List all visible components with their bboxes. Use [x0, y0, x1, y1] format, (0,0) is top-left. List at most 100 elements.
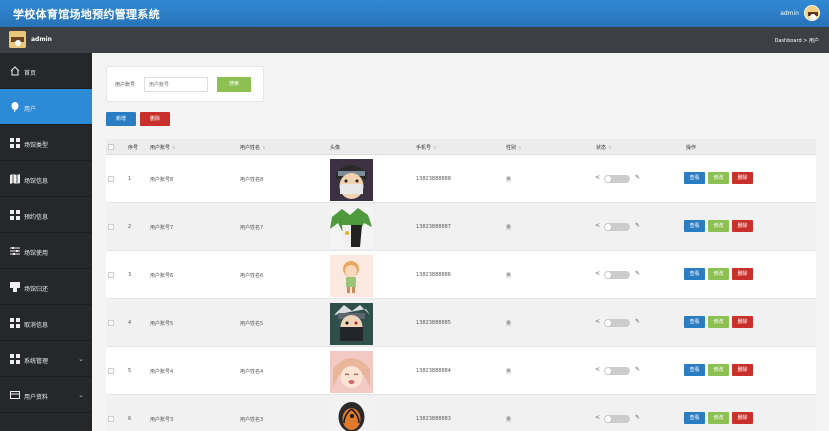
sidebar-item-reservations[interactable]: 预约信息: [0, 197, 92, 233]
delete-button[interactable]: 删除: [732, 316, 753, 328]
header-avatar[interactable]: [804, 5, 820, 21]
sidebar-item-home[interactable]: 首页: [0, 53, 92, 89]
sidebar-item-venue-return[interactable]: 场馆归还: [0, 269, 92, 305]
view-button[interactable]: 查看: [684, 268, 705, 280]
edit-button[interactable]: 修改: [708, 364, 729, 376]
avatar: [330, 159, 373, 201]
sidebar-item-venue-type[interactable]: 场馆类型: [0, 125, 92, 161]
status-toggle[interactable]: [604, 415, 630, 423]
map-icon: [10, 174, 20, 184]
home-icon: [10, 66, 20, 76]
row-account: 用户账号6: [150, 273, 174, 279]
row-phone: 13823888884: [416, 368, 451, 374]
grid-icon: [10, 354, 20, 364]
sidebar: 首页 用户 场馆类型 场馆信息 预约信息 场馆使用 场馆归还 取消信息 系统管理…: [0, 53, 92, 431]
row-gender: 男: [506, 369, 512, 375]
row-gender: 男: [506, 417, 512, 423]
search-label: 用户账号: [115, 82, 136, 88]
sidebar-item-venue-info[interactable]: 场馆信息: [0, 161, 92, 197]
chevron-down-icon: ⌄: [78, 391, 84, 399]
header-username[interactable]: admin: [780, 10, 799, 17]
row-name: 用户姓名5: [240, 321, 264, 327]
edit-button[interactable]: 修改: [708, 172, 729, 184]
delete-button[interactable]: 删除: [732, 172, 753, 184]
sidebar-item-label: 用户资料: [24, 394, 49, 401]
view-button[interactable]: 查看: [684, 316, 705, 328]
status-toggle[interactable]: [604, 175, 630, 183]
status-toggle[interactable]: [604, 223, 630, 231]
row-checkbox[interactable]: [108, 176, 114, 182]
grid-icon: [10, 210, 20, 220]
row-checkbox[interactable]: [108, 368, 114, 374]
row-gender: 男: [506, 177, 512, 183]
col-status[interactable]: 状态 ⇅: [596, 144, 611, 151]
row-phone: 13823888885: [416, 320, 451, 326]
table-row: 6 用户账号3 用户姓名3 13823888883 男 < ✎ 查看 修改 删除: [106, 395, 816, 431]
sidebar-item-users[interactable]: 用户: [0, 89, 92, 125]
edit-icon: ✎: [635, 318, 641, 325]
view-button[interactable]: 查看: [684, 172, 705, 184]
stamp-icon: [10, 282, 20, 292]
table-row: 1 用户账号8 用户姓名8 13823888888 男 < ✎ 查看 修改 删除: [106, 155, 816, 203]
row-phone: 13823888886: [416, 272, 451, 278]
avatar: [330, 303, 373, 345]
col-gender[interactable]: 性别 ⇅: [506, 144, 521, 151]
users-table: 序号 用户账号 ⇅ 用户姓名 ⇅ 头像 手机号 ⇅ 性别 ⇅ 状态 ⇅ 操作 1 用户账号…: [106, 139, 816, 431]
sidebar-item-label: 场馆使用: [24, 250, 49, 257]
grid-icon: [10, 138, 20, 148]
sidebar-item-system[interactable]: 系统管理 ⌄: [0, 341, 92, 377]
delete-button[interactable]: 删除: [732, 268, 753, 280]
avatar: [330, 207, 373, 249]
sidebar-item-venue-usage[interactable]: 场馆使用: [0, 233, 92, 269]
share-icon: <: [595, 222, 601, 229]
row-account: 用户账号8: [150, 177, 174, 183]
search-button[interactable]: 搜索: [217, 77, 251, 92]
edit-button[interactable]: 修改: [708, 268, 729, 280]
edit-button[interactable]: 修改: [708, 412, 729, 424]
share-icon: <: [595, 174, 601, 181]
delete-button[interactable]: 删除: [732, 412, 753, 424]
sidebar-item-cancellations[interactable]: 取消信息: [0, 305, 92, 341]
breadcrumb[interactable]: Dashboard > 用户: [775, 37, 820, 44]
col-name[interactable]: 用户姓名 ⇅: [240, 144, 265, 151]
table-row: 5 用户账号4 用户姓名4 13823888884 男 < ✎ 查看 修改 删除: [106, 347, 816, 395]
row-name: 用户姓名4: [240, 369, 264, 375]
view-button[interactable]: 查看: [684, 220, 705, 232]
col-account[interactable]: 用户账号 ⇅: [150, 144, 175, 151]
status-toggle[interactable]: [604, 367, 630, 375]
add-button[interactable]: 新增: [106, 112, 136, 126]
view-button[interactable]: 查看: [684, 364, 705, 376]
row-checkbox[interactable]: [108, 320, 114, 326]
sidebar-item-label: 用户: [24, 106, 37, 113]
status-toggle[interactable]: [604, 319, 630, 327]
table-row: 4 用户账号5 用户姓名5 13823888885 男 < ✎ 查看 修改 删除: [106, 299, 816, 347]
sidebar-item-label: 场馆信息: [24, 178, 49, 185]
row-phone: 13823888888: [416, 176, 451, 182]
row-name: 用户姓名7: [240, 225, 264, 231]
row-checkbox[interactable]: [108, 272, 114, 278]
batch-delete-button[interactable]: 删除: [140, 112, 170, 126]
edit-button[interactable]: 修改: [708, 316, 729, 328]
select-all-checkbox[interactable]: [108, 144, 114, 150]
edit-icon: ✎: [635, 270, 641, 277]
row-checkbox[interactable]: [108, 224, 114, 230]
row-account: 用户账号3: [150, 417, 174, 423]
view-button[interactable]: 查看: [684, 412, 705, 424]
table-header: 序号 用户账号 ⇅ 用户姓名 ⇅ 头像 手机号 ⇅ 性别 ⇅ 状态 ⇅ 操作: [106, 139, 816, 155]
col-phone[interactable]: 手机号 ⇅: [416, 144, 436, 151]
row-checkbox[interactable]: [108, 416, 114, 422]
sidebar-item-profile[interactable]: 用户资料 ⌄: [0, 377, 92, 413]
delete-button[interactable]: 删除: [732, 364, 753, 376]
search-input[interactable]: [144, 77, 208, 92]
delete-button[interactable]: 删除: [732, 220, 753, 232]
status-toggle[interactable]: [604, 271, 630, 279]
table-row: 2 用户账号7 用户姓名7 13823888887 男 < ✎ 查看 修改 删除: [106, 203, 816, 251]
sub-header: admin Dashboard > 用户: [0, 27, 829, 53]
edit-button[interactable]: 修改: [708, 220, 729, 232]
row-name: 用户姓名3: [240, 417, 264, 423]
col-avatar: 头像: [330, 145, 341, 151]
avatar: [330, 399, 373, 431]
top-bar: 学校体育馆场地预约管理系统 admin: [0, 0, 829, 27]
share-icon: <: [595, 318, 601, 325]
row-account: 用户账号4: [150, 369, 174, 375]
